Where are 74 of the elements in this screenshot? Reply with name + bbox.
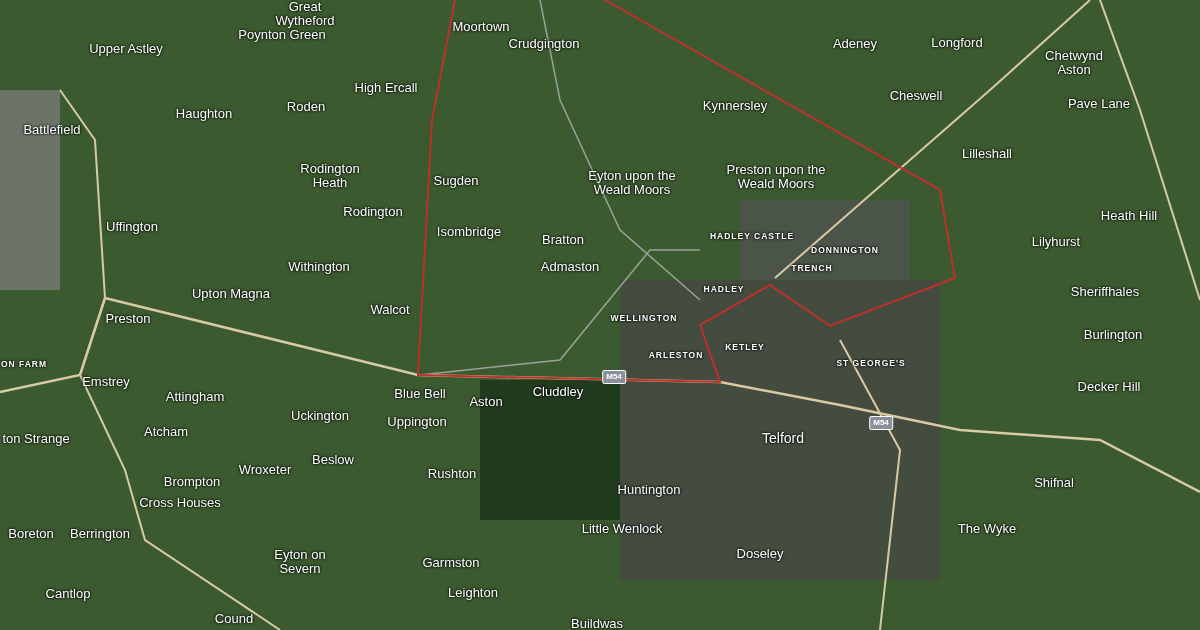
place-label: Kynnersley — [702, 99, 768, 113]
place-label: Berrington — [70, 527, 130, 541]
place-label: Cross Houses — [139, 496, 221, 510]
place-label: Uckington — [291, 409, 349, 423]
place-label: Great Wytheford — [274, 0, 336, 28]
place-label: DONNINGTON — [811, 245, 879, 255]
place-label: Uppington — [387, 415, 447, 429]
place-label: Attingham — [165, 390, 225, 404]
place-label: Poynton Green — [238, 28, 326, 42]
place-label: Admaston — [540, 260, 600, 274]
place-label: Rodington Heath — [299, 162, 361, 190]
place-label: Isombridge — [436, 225, 502, 239]
place-label: TRENCH — [791, 263, 833, 273]
place-label: KETLEY — [725, 342, 765, 352]
place-label: ST GEORGE'S — [836, 358, 906, 368]
place-label: Pave Lane — [1067, 97, 1131, 111]
place-label: ARLESTON — [648, 350, 704, 360]
place-label: Huntington — [617, 483, 681, 497]
place-label: Roden — [286, 100, 326, 114]
place-label: ON FARM — [0, 359, 48, 369]
place-label: Preston — [105, 312, 151, 326]
place-label: Walcot — [370, 303, 410, 317]
place-label: Emstrey — [82, 375, 130, 389]
place-label: Preston upon the Weald Moors — [726, 163, 826, 191]
place-label: Boreton — [8, 527, 54, 541]
place-label: Chetwynd Aston — [1044, 49, 1104, 77]
place-label: Cheswell — [889, 89, 943, 103]
place-label: ton Strange — [2, 432, 70, 446]
place-label: Haughton — [175, 107, 233, 121]
place-label: Uffington — [106, 220, 158, 234]
place-label: Blue Bell — [394, 387, 446, 401]
place-label: High Ercall — [354, 81, 418, 95]
place-label: Sheriffhales — [1070, 285, 1140, 299]
place-label: Heath Hill — [1100, 209, 1158, 223]
place-label: Atcham — [143, 425, 189, 439]
place-label: The Wyke — [957, 522, 1017, 536]
place-label: Decker Hill — [1077, 380, 1141, 394]
place-label: Wroxeter — [238, 463, 292, 477]
place-label: Doseley — [736, 547, 784, 561]
place-label: Telford — [762, 430, 804, 446]
place-label: Lilleshall — [962, 147, 1012, 161]
place-label: Garmston — [422, 556, 480, 570]
place-label: Sugden — [433, 174, 479, 188]
road-shield: M54 — [869, 416, 893, 430]
place-label: Rushton — [427, 467, 477, 481]
road-shield: M54 — [602, 370, 626, 384]
place-label: HADLEY CASTLE — [709, 231, 795, 241]
place-label: Eyton upon the Weald Moors — [587, 169, 677, 197]
place-label: WELLINGTON — [610, 313, 678, 323]
place-label: Cound — [214, 612, 254, 626]
place-label: Adeney — [832, 37, 878, 51]
place-label: HADLEY — [703, 284, 745, 294]
place-label: Little Wenlock — [581, 522, 663, 536]
place-label: Shifnal — [1034, 476, 1074, 490]
place-label: Brompton — [163, 475, 221, 489]
place-label: Longford — [931, 36, 983, 50]
place-label: Cluddley — [532, 385, 584, 399]
place-label: Eyton on Severn — [273, 548, 327, 576]
place-label: Moortown — [452, 20, 510, 34]
place-label: Lilyhurst — [1031, 235, 1081, 249]
place-label: Burlington — [1083, 328, 1143, 342]
place-label: Upper Astley — [89, 42, 163, 56]
place-label: Leighton — [448, 586, 498, 600]
place-label: Battlefield — [23, 123, 81, 137]
place-label: Crudgington — [508, 37, 580, 51]
place-label: Withington — [288, 260, 350, 274]
place-label: Rodington — [343, 205, 403, 219]
satellite-map[interactable] — [0, 0, 1200, 630]
place-label: Cantlop — [45, 587, 91, 601]
place-label: Bratton — [542, 233, 584, 247]
place-label: Upton Magna — [191, 287, 271, 301]
place-label: Buildwas — [571, 617, 623, 630]
place-label: Beslow — [312, 453, 354, 467]
place-label: Aston — [469, 395, 503, 409]
